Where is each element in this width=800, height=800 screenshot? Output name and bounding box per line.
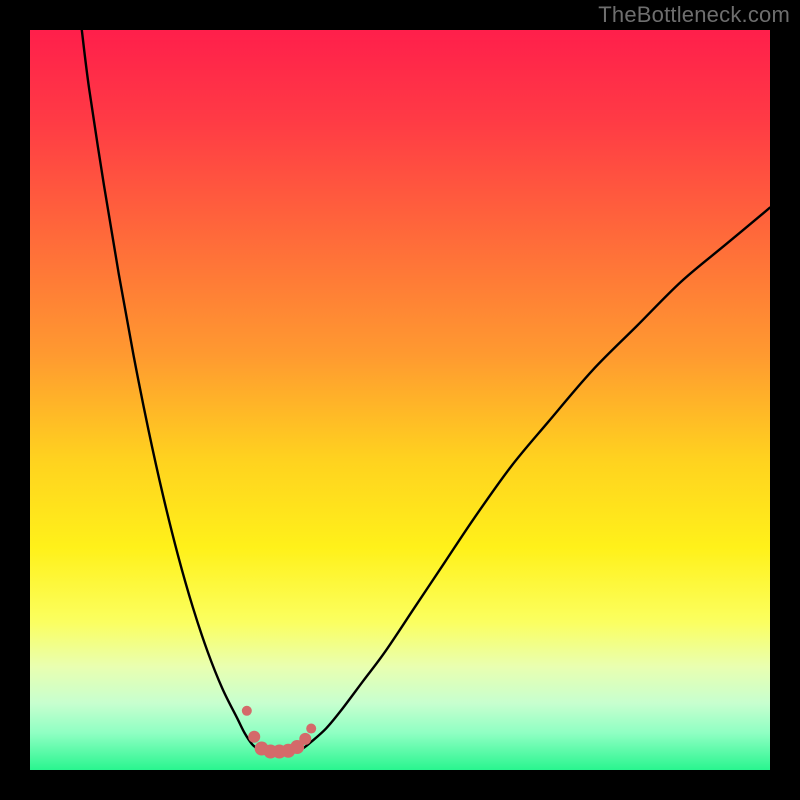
highlight-dot — [242, 706, 252, 716]
highlight-dot — [248, 731, 260, 743]
gradient-bg — [30, 30, 770, 770]
bottleneck-chart — [30, 30, 770, 770]
watermark-label: TheBottleneck.com — [598, 2, 790, 28]
highlight-dot — [306, 724, 316, 734]
chart-frame: TheBottleneck.com — [0, 0, 800, 800]
highlight-dot — [299, 733, 311, 745]
